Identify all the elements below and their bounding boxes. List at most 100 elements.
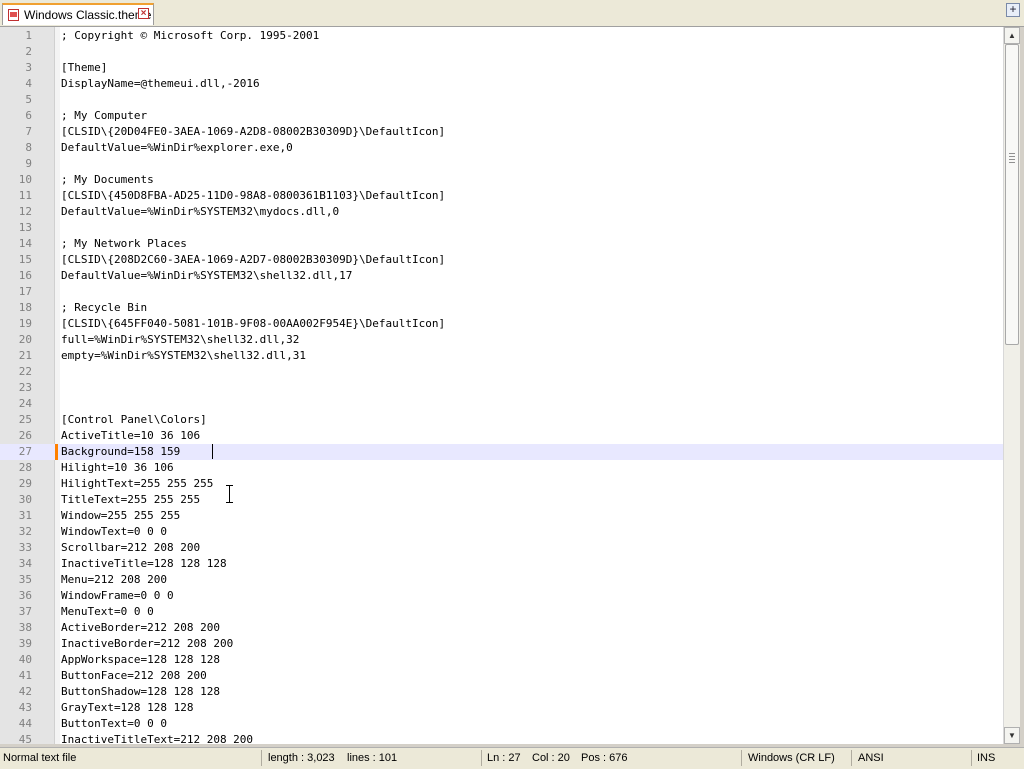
line-text: InactiveTitle=128 128 128 xyxy=(61,557,227,570)
line-number: 11 xyxy=(18,189,32,202)
status-length: length : 3,023 xyxy=(268,752,335,764)
code-line[interactable]: 29 HilightText=255 255 255 xyxy=(0,476,1003,492)
plus-icon[interactable]: + xyxy=(1006,3,1020,17)
line-number: 33 xyxy=(18,541,32,554)
line-number: 25 xyxy=(18,413,32,426)
code-line[interactable]: 43 GrayText=128 128 128 xyxy=(0,700,1003,716)
editor-lines[interactable]: 1 ; Copyright © Microsoft Corp. 1995-2001… xyxy=(0,28,1003,744)
line-text: Window=255 255 255 xyxy=(61,509,181,522)
status-file-type: Normal text file xyxy=(3,752,77,764)
code-line[interactable]: 20 full=%WinDir%SYSTEM32\shell32.dll,32 xyxy=(0,332,1003,348)
line-text: DefaultValue=%WinDir%SYSTEM32\mydocs.dll… xyxy=(61,205,340,218)
line-text: AppWorkspace=128 128 128 xyxy=(61,653,220,666)
scrollbar-thumb[interactable] xyxy=(1005,44,1019,345)
vertical-scrollbar[interactable]: ▲ ▼ xyxy=(1003,27,1020,744)
line-text: [CLSID\{450D8FBA-AD25-11D0-98A8-0800361B… xyxy=(61,189,446,202)
line-text: ; Recycle Bin xyxy=(61,301,148,314)
code-line[interactable]: 8 DefaultValue=%WinDir%explorer.exe,0 xyxy=(0,140,1003,156)
code-line[interactable]: 15 [CLSID\{208D2C60-3AEA-1069-A2D7-08002B… xyxy=(0,252,1003,268)
line-text: ButtonFace=212 208 200 xyxy=(61,669,207,682)
code-line[interactable]: 27 Background=158 159 xyxy=(0,444,1003,460)
code-line[interactable]: 17 xyxy=(0,284,1003,300)
code-line[interactable]: 32 WindowText=0 0 0 xyxy=(0,524,1003,540)
line-text: ActiveBorder=212 208 200 xyxy=(61,621,220,634)
line-text: InactiveTitleText=212 208 200 xyxy=(61,733,254,744)
code-line[interactable]: 23 xyxy=(0,380,1003,396)
document-icon xyxy=(8,9,19,21)
line-text: HilightText=255 255 255 xyxy=(61,477,214,490)
code-line[interactable]: 16 DefaultValue=%WinDir%SYSTEM32\shell32.… xyxy=(0,268,1003,284)
line-text: [Theme] xyxy=(61,61,108,74)
status-divider xyxy=(261,750,262,766)
code-line[interactable]: 18 ; Recycle Bin xyxy=(0,300,1003,316)
code-line[interactable]: 21 empty=%WinDir%SYSTEM32\shell32.dll,31 xyxy=(0,348,1003,364)
code-line[interactable]: 39 InactiveBorder=212 208 200 xyxy=(0,636,1003,652)
code-line[interactable]: 42 ButtonShadow=128 128 128 xyxy=(0,684,1003,700)
code-line[interactable]: 12 DefaultValue=%WinDir%SYSTEM32\mydocs.d… xyxy=(0,204,1003,220)
code-line[interactable]: 37 MenuText=0 0 0 xyxy=(0,604,1003,620)
code-line[interactable]: 35 Menu=212 208 200 xyxy=(0,572,1003,588)
code-line[interactable]: 6 ; My Computer xyxy=(0,108,1003,124)
line-text: MenuText=0 0 0 xyxy=(61,605,154,618)
code-line[interactable]: 38 ActiveBorder=212 208 200 xyxy=(0,620,1003,636)
text-editor[interactable]: 1 ; Copyright © Microsoft Corp. 1995-2001… xyxy=(0,27,1003,744)
code-line[interactable]: 25 [Control Panel\Colors] xyxy=(0,412,1003,428)
code-line[interactable]: 44 ButtonText=0 0 0 xyxy=(0,716,1003,732)
line-text: empty=%WinDir%SYSTEM32\shell32.dll,31 xyxy=(61,349,307,362)
line-number: 5 xyxy=(25,93,32,106)
line-number: 26 xyxy=(18,429,32,442)
code-line[interactable]: 5 xyxy=(0,92,1003,108)
code-line[interactable]: 33 Scrollbar=212 208 200 xyxy=(0,540,1003,556)
code-line[interactable]: 10 ; My Documents xyxy=(0,172,1003,188)
code-line[interactable]: 7 [CLSID\{20D04FE0-3AEA-1069-A2D8-08002B3… xyxy=(0,124,1003,140)
status-mode: INS xyxy=(977,752,996,764)
code-line[interactable]: 4 DisplayName=@themeui.dll,-2016 xyxy=(0,76,1003,92)
tab-label: Windows Classic.theme xyxy=(24,8,152,22)
code-line[interactable]: 24 xyxy=(0,396,1003,412)
line-number: 45 xyxy=(18,733,32,744)
line-number: 4 xyxy=(25,77,32,90)
tab-windows-classic-theme[interactable]: Windows Classic.theme × xyxy=(2,3,154,25)
status-divider xyxy=(971,750,972,766)
code-line[interactable]: 22 xyxy=(0,364,1003,380)
code-line[interactable]: 19 [CLSID\{645FF040-5081-101B-9F08-00AA00… xyxy=(0,316,1003,332)
code-line[interactable]: 1 ; Copyright © Microsoft Corp. 1995-2001 xyxy=(0,28,1003,44)
code-line[interactable]: 2 xyxy=(0,44,1003,60)
line-number: 29 xyxy=(18,477,32,490)
status-divider xyxy=(851,750,852,766)
code-line[interactable]: 3 [Theme] xyxy=(0,60,1003,76)
line-number: 39 xyxy=(18,637,32,650)
code-line[interactable]: 26 ActiveTitle=10 36 106 xyxy=(0,428,1003,444)
grip-line xyxy=(1009,156,1015,157)
scroll-down-icon[interactable]: ▼ xyxy=(1004,727,1020,744)
line-text: [CLSID\{645FF040-5081-101B-9F08-00AA002F… xyxy=(61,317,446,330)
line-number: 9 xyxy=(25,157,32,170)
code-line[interactable]: 36 WindowFrame=0 0 0 xyxy=(0,588,1003,604)
code-line[interactable]: 40 AppWorkspace=128 128 128 xyxy=(0,652,1003,668)
line-number: 8 xyxy=(25,141,32,154)
code-line[interactable]: 13 xyxy=(0,220,1003,236)
code-line[interactable]: 14 ; My Network Places xyxy=(0,236,1003,252)
code-line[interactable]: 30 TitleText=255 255 255 xyxy=(0,492,1003,508)
code-line[interactable]: 28 Hilight=10 36 106 xyxy=(0,460,1003,476)
line-text: WindowFrame=0 0 0 xyxy=(61,589,174,602)
line-number: 12 xyxy=(18,205,32,218)
code-line[interactable]: 45 InactiveTitleText=212 208 200 xyxy=(0,732,1003,744)
line-number: 19 xyxy=(18,317,32,330)
line-text: ; My Network Places xyxy=(61,237,187,250)
window-edge xyxy=(1020,27,1024,744)
line-text: Menu=212 208 200 xyxy=(61,573,167,586)
code-line[interactable]: 34 InactiveTitle=128 128 128 xyxy=(0,556,1003,572)
status-ln: Ln : 27 xyxy=(487,752,521,764)
line-text: InactiveBorder=212 208 200 xyxy=(61,637,234,650)
close-icon[interactable]: × xyxy=(138,8,149,19)
line-number: 30 xyxy=(18,493,32,506)
line-number: 23 xyxy=(18,381,32,394)
code-line[interactable]: 41 ButtonFace=212 208 200 xyxy=(0,668,1003,684)
line-number: 28 xyxy=(18,461,32,474)
scroll-up-icon[interactable]: ▲ xyxy=(1004,27,1020,44)
code-line[interactable]: 31 Window=255 255 255 xyxy=(0,508,1003,524)
status-divider xyxy=(741,750,742,766)
code-line[interactable]: 9 xyxy=(0,156,1003,172)
code-line[interactable]: 11 [CLSID\{450D8FBA-AD25-11D0-98A8-080036… xyxy=(0,188,1003,204)
